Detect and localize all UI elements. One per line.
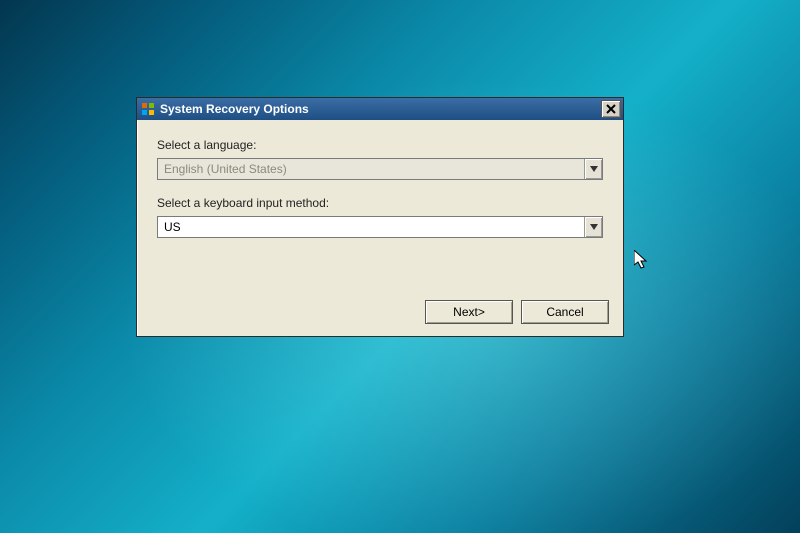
keyboard-value: US bbox=[158, 217, 584, 237]
titlebar[interactable]: System Recovery Options bbox=[137, 98, 623, 120]
cancel-button[interactable]: Cancel bbox=[521, 300, 609, 324]
next-button[interactable]: Next> bbox=[425, 300, 513, 324]
chevron-down-icon bbox=[590, 166, 598, 172]
keyboard-dropdown[interactable]: US bbox=[157, 216, 603, 238]
language-label: Select a language: bbox=[157, 138, 603, 152]
dialog-content: Select a language: English (United State… bbox=[137, 120, 623, 264]
language-value: English (United States) bbox=[158, 159, 584, 179]
keyboard-label: Select a keyboard input method: bbox=[157, 196, 603, 210]
desktop-background: System Recovery Options Select a languag… bbox=[0, 0, 800, 533]
button-row: Next> Cancel bbox=[425, 300, 609, 324]
app-icon bbox=[141, 102, 155, 116]
close-button[interactable] bbox=[601, 100, 621, 118]
window-title: System Recovery Options bbox=[160, 102, 601, 116]
chevron-down-icon bbox=[590, 224, 598, 230]
language-dropdown-arrow[interactable] bbox=[584, 159, 602, 179]
system-recovery-options-dialog: System Recovery Options Select a languag… bbox=[136, 97, 624, 337]
close-icon bbox=[606, 104, 616, 114]
mouse-cursor-icon bbox=[634, 250, 650, 270]
language-dropdown[interactable]: English (United States) bbox=[157, 158, 603, 180]
keyboard-dropdown-arrow[interactable] bbox=[584, 217, 602, 237]
